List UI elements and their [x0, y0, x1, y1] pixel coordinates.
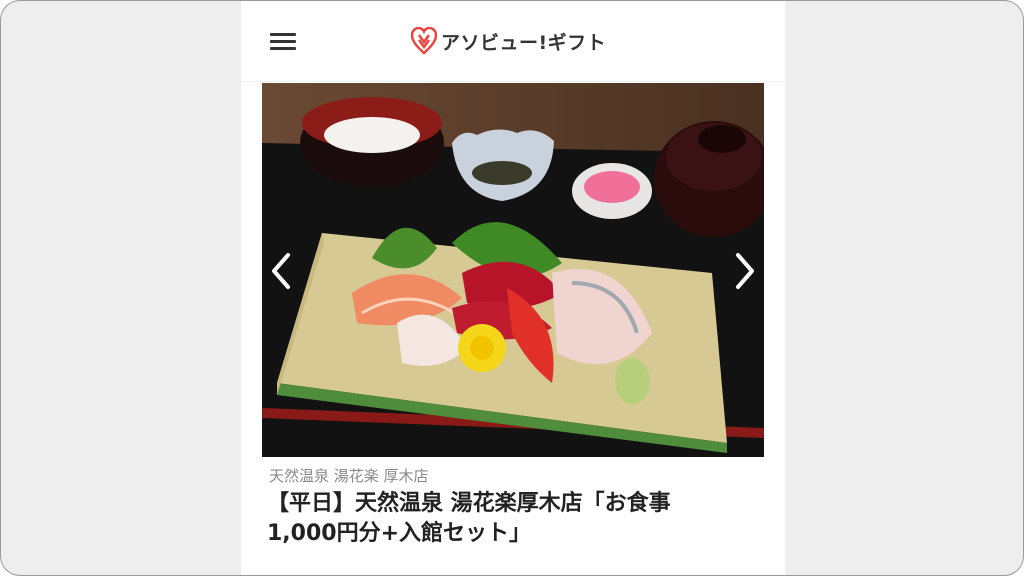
- product-title: 【平日】天然温泉 湯花楽厚木店「お食事 1,000円分+入館セット」: [267, 489, 767, 549]
- store-name: 天然温泉 湯花楽 厚木店: [269, 467, 429, 485]
- product-photo: [262, 83, 764, 457]
- site-logo[interactable]: アソビュー!ギフト: [411, 25, 606, 57]
- heart-logo-icon: [411, 27, 437, 55]
- chevron-left-icon: [272, 253, 290, 289]
- gallery-prev-button[interactable]: [264, 249, 300, 293]
- logo-text: アソビュー!ギフト: [441, 31, 607, 54]
- product-image-gallery[interactable]: [262, 83, 764, 457]
- hamburger-icon: [270, 47, 296, 50]
- device-frame: アソビュー!ギフト 天然温泉 湯花楽 厚木店 【平日】天然温泉 湯花楽厚木店「お…: [0, 0, 1024, 576]
- app-header: アソビュー!ギフト: [241, 1, 785, 82]
- hamburger-icon: [270, 33, 296, 36]
- phone-screen: アソビュー!ギフト 天然温泉 湯花楽 厚木店 【平日】天然温泉 湯花楽厚木店「お…: [241, 1, 785, 575]
- product-title-line2: 1,000円分+入館セット」: [267, 521, 532, 546]
- chevron-right-icon: [736, 253, 754, 289]
- menu-button[interactable]: [269, 31, 299, 53]
- gallery-next-button[interactable]: [726, 249, 762, 293]
- hamburger-icon: [270, 40, 296, 43]
- product-title-line1: 【平日】天然温泉 湯花楽厚木店「お食事: [267, 491, 671, 516]
